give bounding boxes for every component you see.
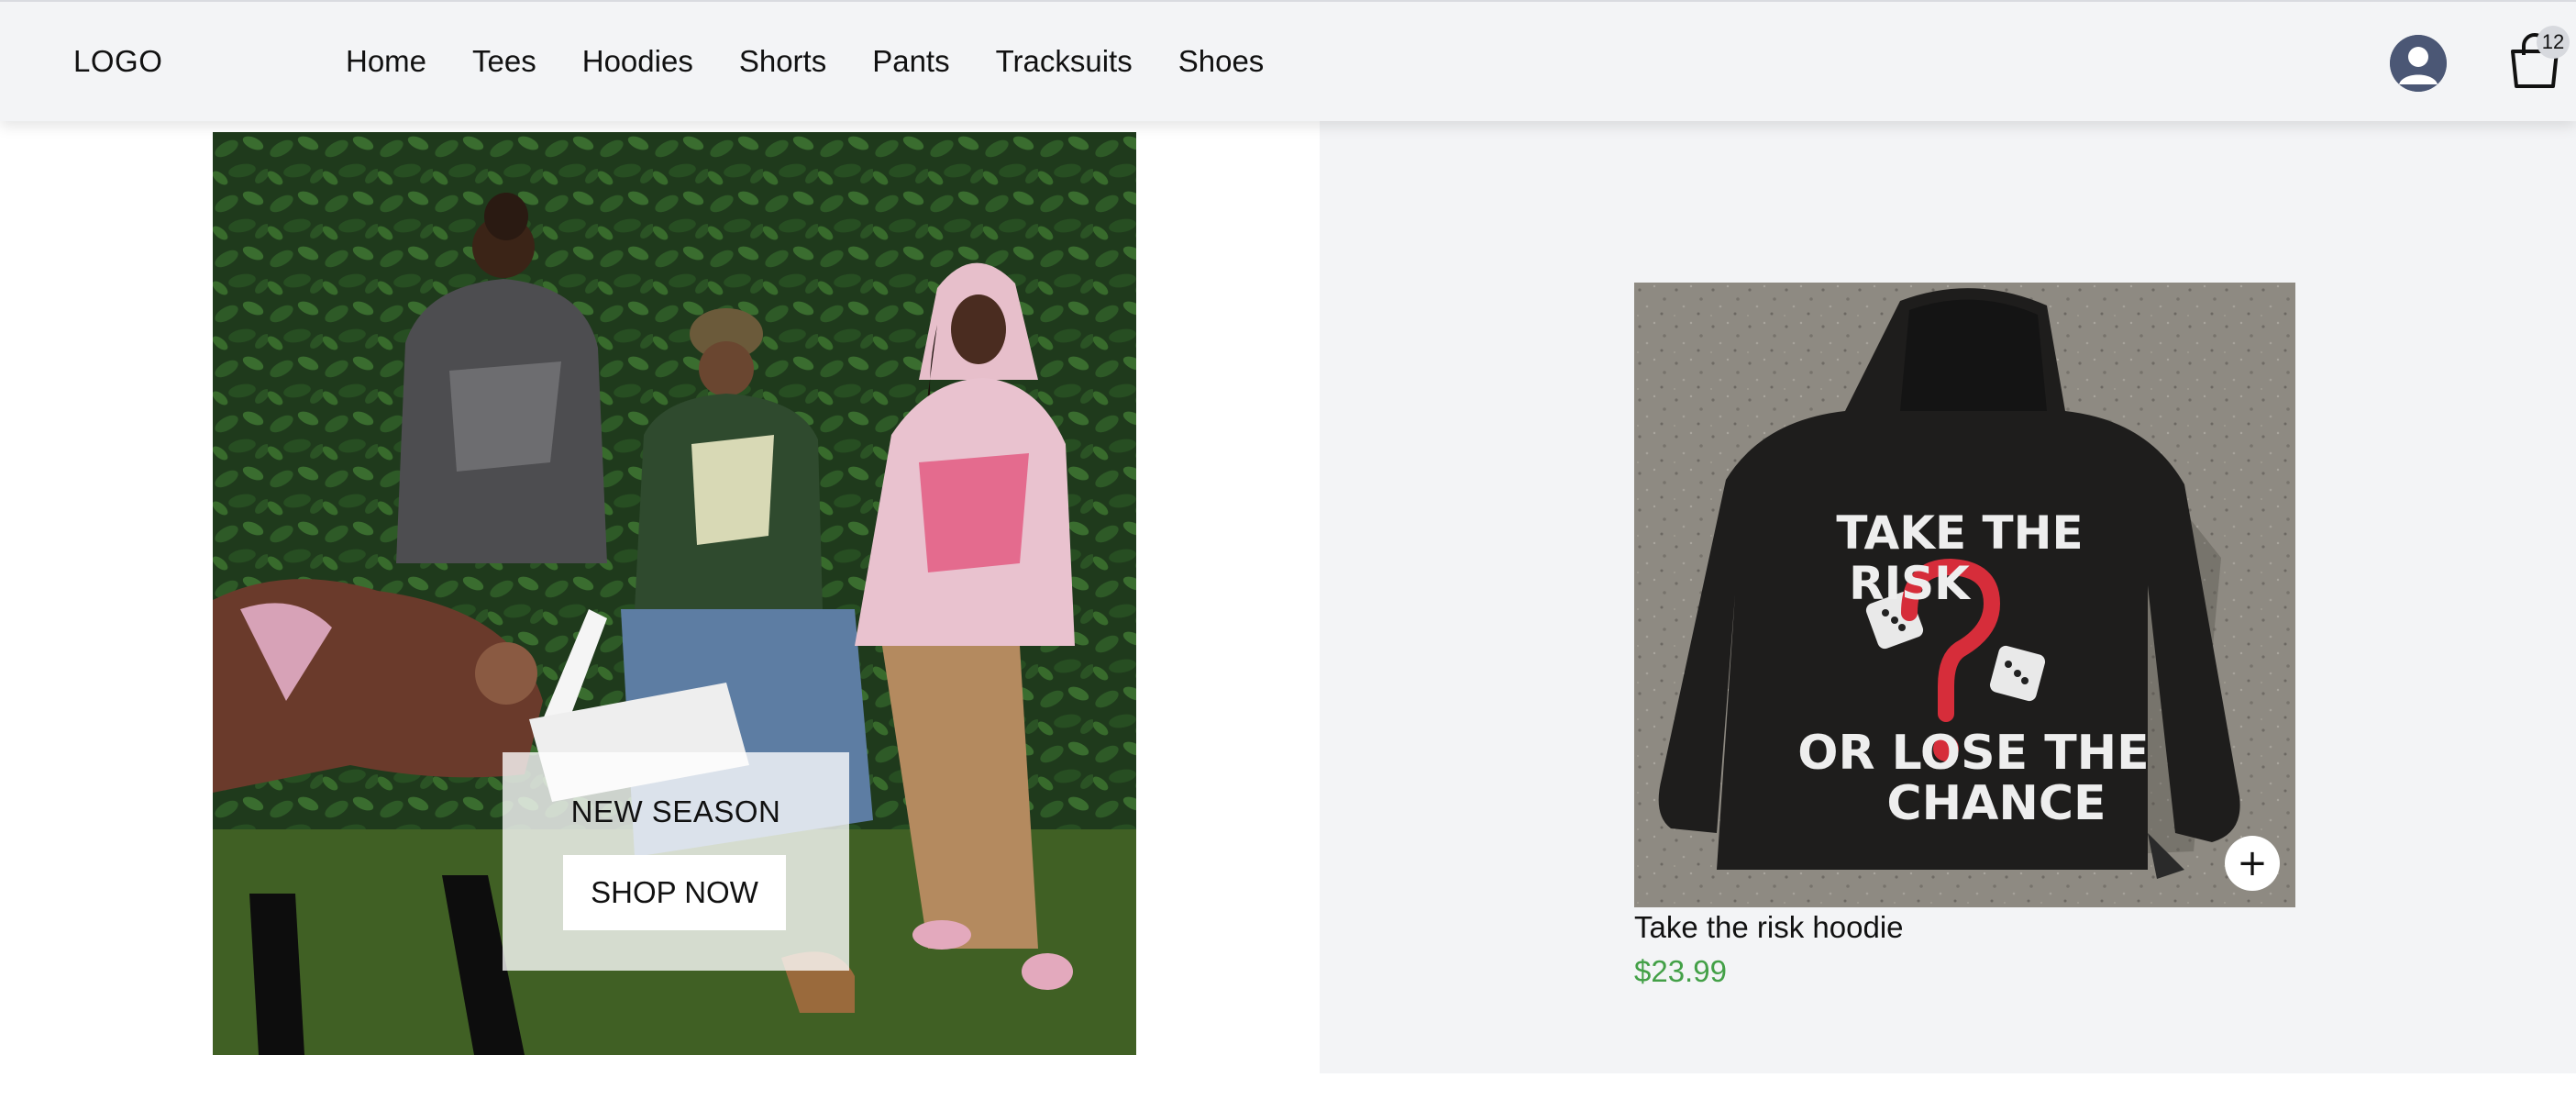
nav-shorts[interactable]: Shorts (739, 44, 826, 79)
hoodie-print-line-3: OR LOSE THE (1797, 726, 2149, 781)
user-avatar-icon[interactable] (2390, 35, 2447, 92)
hoodie-print-line-4: CHANCE (1886, 776, 2106, 831)
nav-tracksuits[interactable]: Tracksuits (996, 44, 1133, 79)
nav-hoodies[interactable]: Hoodies (582, 44, 693, 79)
product-image[interactable]: TAKE THE RISK OR LOSE THE CHANCE (1634, 283, 2295, 907)
nav-pants[interactable]: Pants (872, 44, 949, 79)
hero-overlay: NEW SEASON SHOP NOW (503, 752, 849, 971)
shop-now-button[interactable]: SHOP NOW (563, 855, 786, 930)
nav-shoes[interactable]: Shoes (1178, 44, 1265, 79)
nav-home[interactable]: Home (346, 44, 426, 79)
site-header: LOGO Home Tees Hoodies Shorts Pants Trac… (0, 0, 2576, 121)
product-name[interactable]: Take the risk hoodie (1634, 910, 1904, 945)
hoodie-print-line-2: RISK (1849, 557, 1972, 610)
logo[interactable]: LOGO (73, 44, 162, 79)
hero-banner[interactable]: NEW SEASON SHOP NOW (213, 132, 1136, 1055)
main-nav: Home Tees Hoodies Shorts Pants Tracksuit… (346, 44, 1264, 79)
cart-count-badge: 12 (2537, 26, 2570, 59)
hoodie-print-line-1: TAKE THE (1836, 506, 2083, 560)
product-price: $23.99 (1634, 954, 1727, 988)
plus-icon[interactable]: + (2225, 836, 2280, 891)
hero-title: NEW SEASON (570, 794, 781, 828)
nav-tees[interactable]: Tees (472, 44, 536, 79)
